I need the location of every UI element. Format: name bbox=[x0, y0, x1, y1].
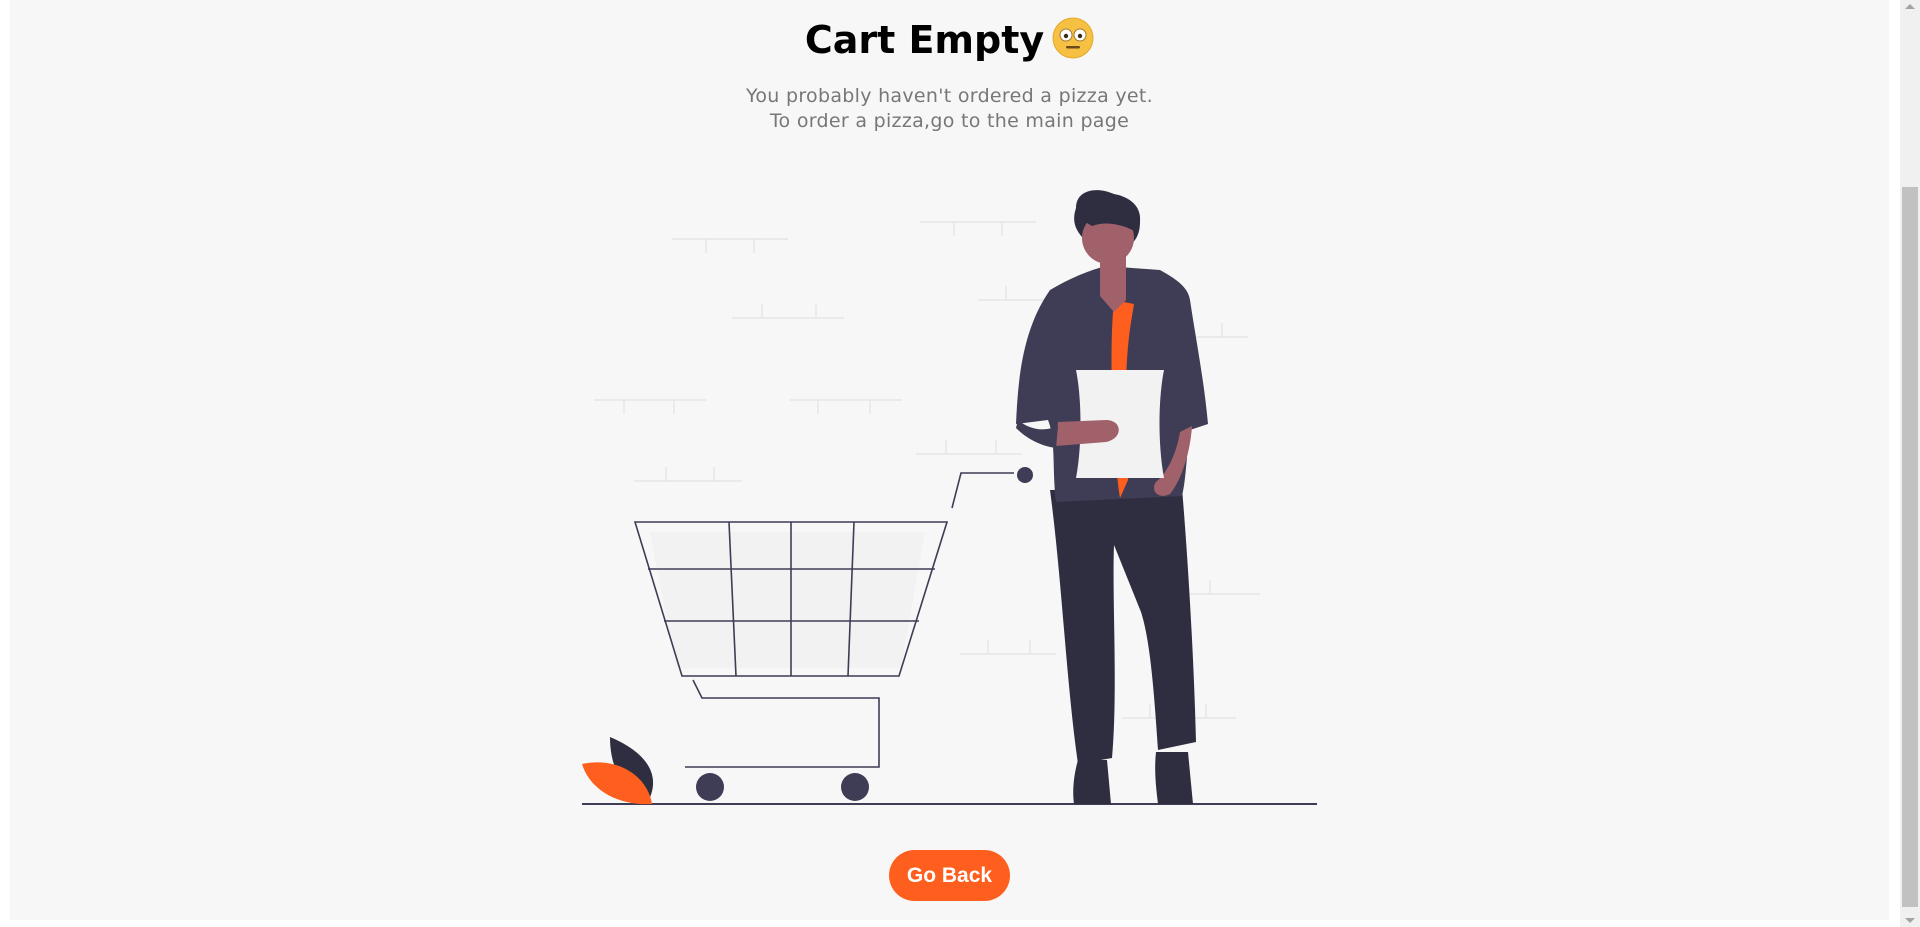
go-back-button[interactable]: Go Back bbox=[889, 850, 1010, 901]
cart-handle-knob bbox=[1017, 467, 1033, 483]
empty-cart-illustration bbox=[582, 190, 1317, 805]
scroll-thumb[interactable] bbox=[1902, 187, 1918, 907]
scroll-up-arrow-icon[interactable] bbox=[1905, 4, 1915, 9]
cart-wheel-right bbox=[841, 773, 869, 801]
plant-leaves-icon bbox=[582, 737, 654, 805]
shopping-cart-icon bbox=[633, 472, 1014, 768]
cart-wheel-left bbox=[696, 773, 724, 801]
vertical-scrollbar[interactable] bbox=[1900, 0, 1920, 927]
scroll-down-arrow-icon[interactable] bbox=[1905, 918, 1915, 923]
cart-empty-page: Cart Empty You probably haven't ordered … bbox=[10, 0, 1889, 920]
person-figure bbox=[1016, 190, 1208, 804]
